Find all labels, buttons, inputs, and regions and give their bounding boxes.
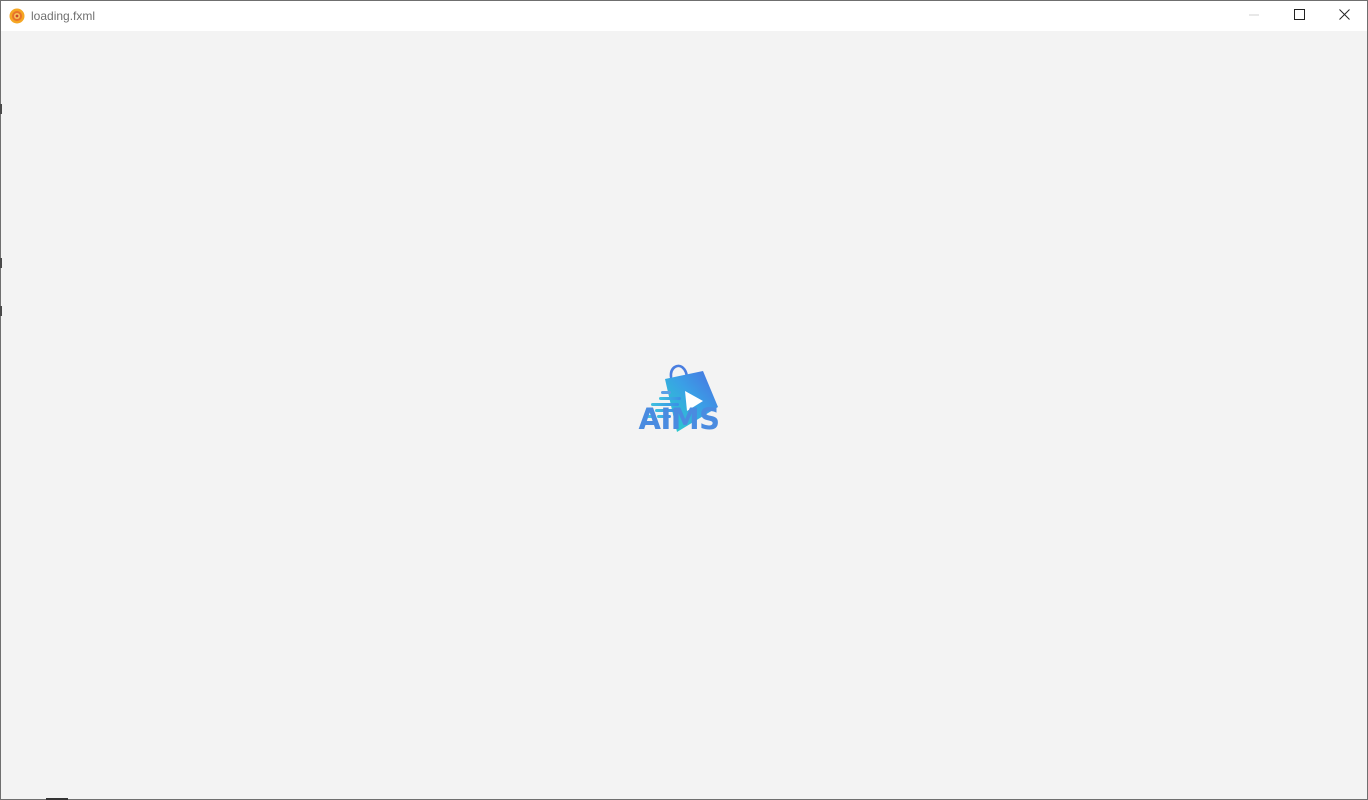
- java-app-icon[interactable]: [9, 8, 25, 24]
- maximize-button[interactable]: [1276, 1, 1322, 31]
- left-edge-mark: [0, 306, 2, 316]
- maximize-icon: [1293, 7, 1305, 25]
- close-button[interactable]: [1321, 1, 1367, 31]
- close-icon: [1338, 7, 1350, 25]
- left-edge-mark: [0, 104, 2, 114]
- app-window: loading.fxml AIMS: [0, 0, 1368, 800]
- left-edge-mark: [0, 258, 2, 268]
- window-title: loading.fxml: [31, 9, 96, 23]
- app-name-label: AIMS: [638, 402, 720, 436]
- minimize-button[interactable]: [1231, 1, 1277, 31]
- minimize-icon: [1249, 7, 1259, 25]
- title-bar[interactable]: loading.fxml: [1, 1, 1367, 31]
